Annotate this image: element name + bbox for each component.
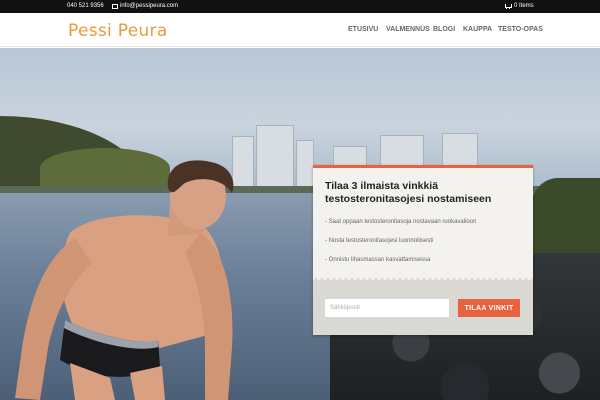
cart-icon	[505, 3, 512, 9]
nav-item-blogi[interactable]: BLOGI	[433, 26, 455, 33]
nav-item-testo-opas[interactable]: TESTO-OPAS	[498, 26, 543, 33]
email-text: info@pessipeura.com	[120, 3, 179, 9]
benefit-item: - Saat oppaan testosteronitasoja nostava…	[325, 219, 477, 225]
email-field[interactable]: Sähköposti	[325, 299, 449, 317]
site-logo[interactable]: Pessi Peura	[68, 21, 168, 41]
benefit-list: - Saat oppaan testosteronitasoja nostava…	[325, 218, 476, 275]
nav-item-etusivu[interactable]: ETUSIVU	[348, 26, 378, 33]
optin-form: Tilaa 3 ilmaista vinkkiä testosteronitas…	[313, 165, 533, 335]
benefit-item: - Onnistu lihasmassan kasvattamisessa	[325, 257, 431, 263]
benefit-item: - Nosta testosteronitasojesi luonnollise…	[325, 238, 434, 244]
email-link[interactable]: info@pessipeura.com	[112, 3, 178, 9]
optin-title: Tilaa 3 ilmaista vinkkiä testosteronitas…	[325, 180, 492, 205]
top-bar: 040 521 9356 info@pessipeura.com 0 Items	[0, 0, 600, 13]
site-header: Pessi Peura ETUSIVU VALMENNUS BLOGI KAUP…	[0, 13, 600, 47]
cart-link[interactable]: 0 Items	[505, 3, 534, 9]
nav-item-kauppa[interactable]: KAUPPA	[463, 26, 492, 33]
phone-number[interactable]: 040 521 9356	[67, 3, 104, 9]
cart-count: 0 Items	[514, 3, 534, 9]
nav-item-valmennus[interactable]: VALMENNUS	[386, 26, 430, 33]
subscribe-button[interactable]: TILAA VINKIT	[458, 299, 520, 317]
envelope-icon	[112, 3, 118, 9]
